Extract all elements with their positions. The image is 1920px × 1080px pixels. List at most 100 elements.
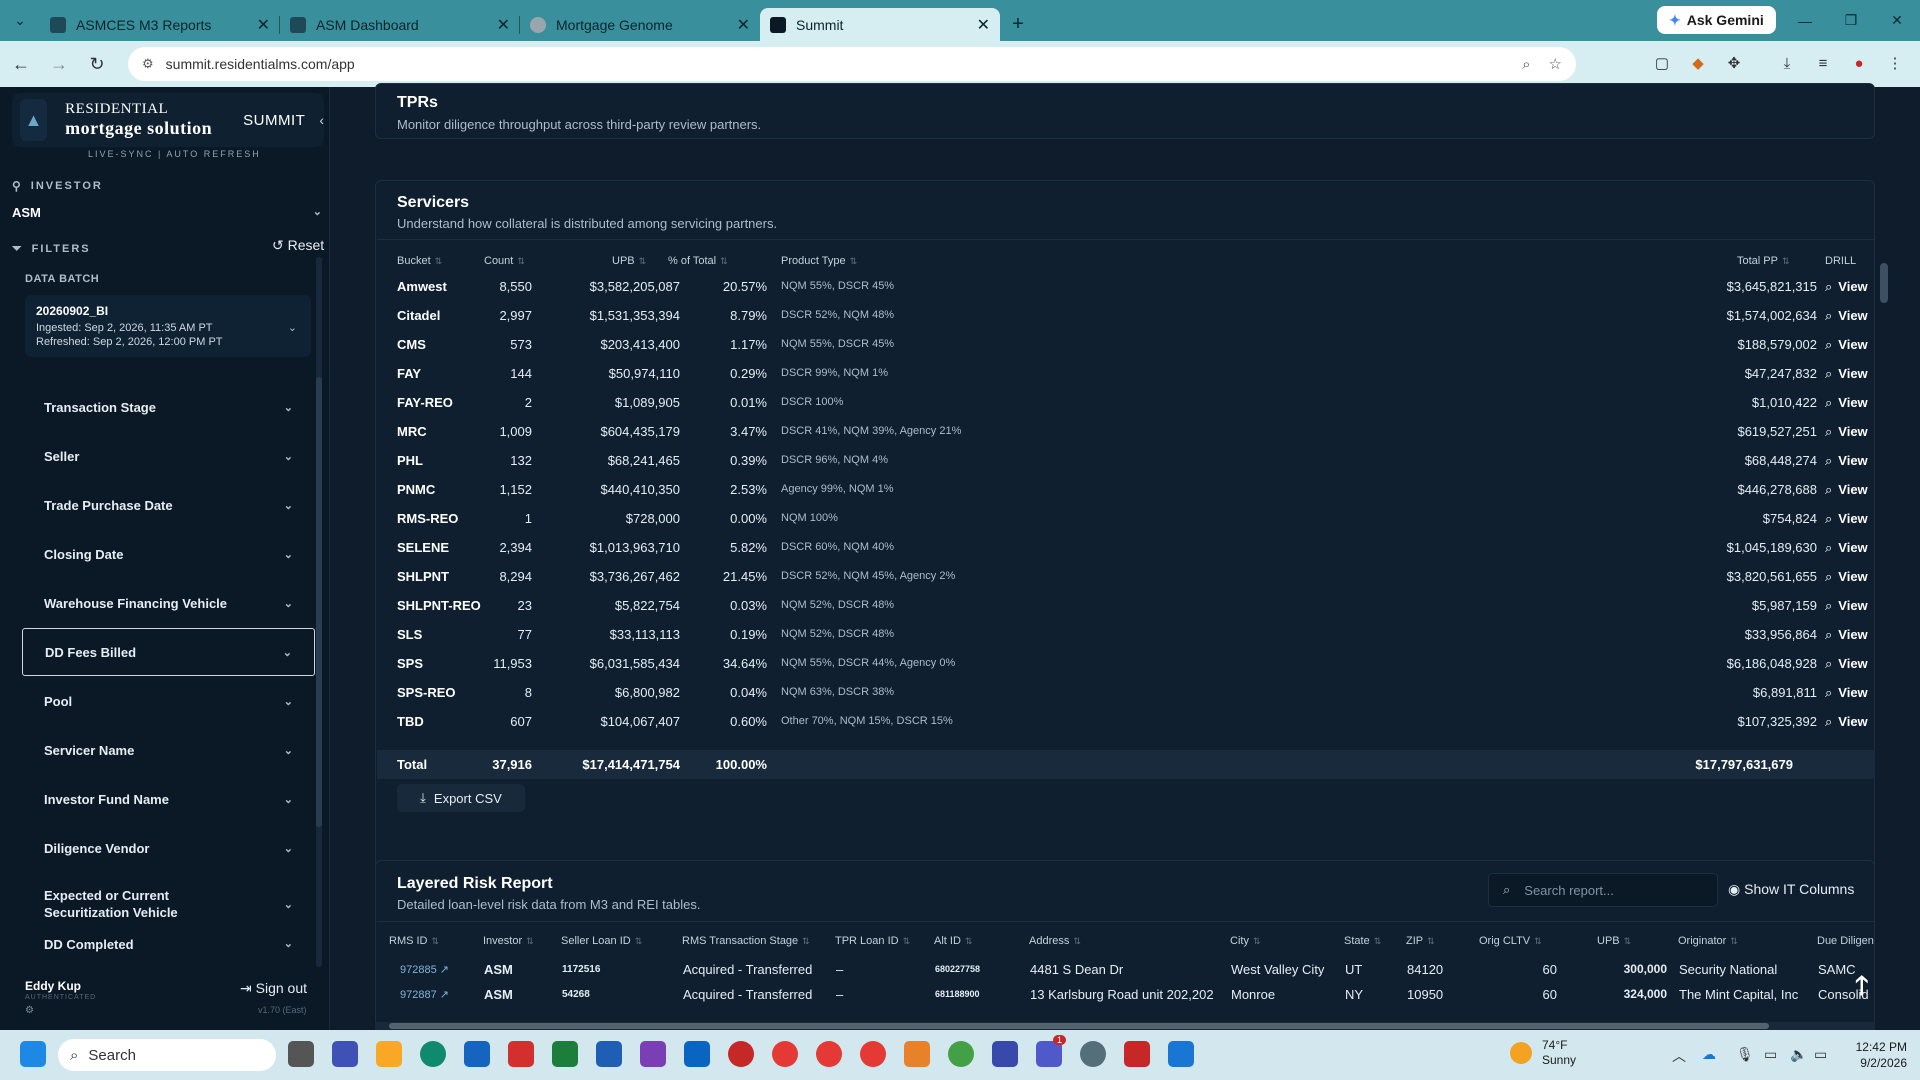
collapse-sidebar-icon[interactable]: ‹ — [319, 112, 324, 128]
onedrive-icon[interactable]: ☁ — [1702, 1046, 1716, 1063]
restore-icon[interactable]: ❐ — [1828, 0, 1874, 41]
scroll-to-top-icon[interactable]: 🡑 — [1855, 967, 1869, 1011]
filter-diligence-vendor[interactable]: Diligence Vendor ⌄ — [22, 826, 315, 871]
filter-dd-fees-billed[interactable]: DD Fees Billed ⌄ — [22, 628, 315, 676]
filter-transaction-stage[interactable]: Transaction Stage ⌄ — [22, 385, 315, 430]
tab-summit[interactable]: Summit ✕ — [760, 8, 1000, 41]
extensions-puzzle-icon[interactable]: ✥ — [1720, 49, 1748, 77]
view-drill-button[interactable]: ⌕ View — [1825, 511, 1868, 527]
tab-search-icon[interactable]: ⌄ — [0, 0, 40, 41]
extension-icon[interactable]: ▢ — [1648, 49, 1676, 77]
tab-asm-dashboard[interactable]: ASM Dashboard ✕ — [280, 8, 520, 41]
battery-icon[interactable]: ▭ — [1814, 1046, 1827, 1063]
reload-icon[interactable]: ↻ — [80, 47, 114, 81]
view-drill-button[interactable]: ⌕ View — [1825, 540, 1868, 556]
edge-icon[interactable] — [420, 1041, 446, 1067]
close-tab-icon[interactable]: ✕ — [497, 15, 510, 35]
bookmark-star-icon[interactable]: ☆ — [1549, 55, 1562, 73]
download-icon[interactable]: ⤓ — [1773, 49, 1801, 77]
l-app-icon[interactable] — [508, 1041, 534, 1067]
view-drill-button[interactable]: ⌕ View — [1825, 308, 1868, 324]
view-drill-button[interactable]: ⌕ View — [1825, 569, 1868, 585]
col-header-total-pp[interactable]: Total PP ⇅ — [1737, 255, 1790, 267]
col-header-upb[interactable]: UPB ⇅ — [1597, 935, 1631, 947]
settings-gear-icon[interactable]: ⚙ — [25, 1005, 34, 1016]
filter-seller[interactable]: Seller ⌄ — [22, 434, 315, 479]
app-icon[interactable] — [992, 1041, 1018, 1067]
export-csv-button[interactable]: ⤓ Export CSV — [397, 784, 525, 812]
horizontal-scrollbar[interactable] — [375, 1022, 1875, 1030]
app-icon[interactable] — [728, 1041, 754, 1067]
start-windows-icon[interactable] — [20, 1041, 46, 1067]
main-vertical-scrollbar[interactable] — [1880, 87, 1890, 1007]
view-drill-button[interactable]: ⌕ View — [1825, 337, 1868, 353]
close-window-icon[interactable]: ✕ — [1874, 0, 1920, 41]
filter-securitization-vehicle[interactable]: Expected or Current Securitization Vehic… — [22, 877, 315, 931]
onenote-icon[interactable] — [640, 1041, 666, 1067]
view-drill-button[interactable]: ⌕ View — [1825, 482, 1868, 498]
close-tab-icon[interactable]: ✕ — [737, 15, 750, 35]
col-header-bucket[interactable]: Bucket ⇅ — [397, 255, 442, 267]
rms-id-link[interactable]: 972887 ↗ — [400, 988, 449, 1001]
view-drill-button[interactable]: ⌕ View — [1825, 598, 1868, 614]
show-it-columns-toggle[interactable]: ◉ Show IT Columns — [1728, 881, 1854, 898]
store-icon[interactable] — [464, 1041, 490, 1067]
back-icon[interactable]: ← — [4, 47, 38, 81]
col-header-city[interactable]: City ⇅ — [1230, 935, 1261, 947]
col-header-orig-cltv[interactable]: Orig CLTV ⇅ — [1479, 935, 1542, 947]
outlook-icon[interactable] — [684, 1041, 710, 1067]
col-header-due-diligence[interactable]: Due Diligen — [1817, 935, 1874, 947]
volume-icon[interactable]: 🔈 — [1790, 1046, 1807, 1063]
network-icon[interactable]: ▭ — [1764, 1046, 1777, 1063]
view-drill-button[interactable]: ⌕ View — [1825, 685, 1868, 701]
zoom-icon[interactable]: ⌕ — [1522, 56, 1530, 73]
file-explorer-icon[interactable] — [376, 1041, 402, 1067]
tab-asmces-m3-reports[interactable]: ASMCES M3 Reports ✕ — [40, 8, 280, 41]
chrome-profile-icon[interactable] — [948, 1041, 974, 1067]
view-drill-button[interactable]: ⌕ View — [1825, 366, 1868, 382]
chevron-up-icon[interactable]: ︿ — [1672, 1046, 1686, 1066]
browser-menu-icon[interactable]: ⋮ — [1881, 49, 1909, 77]
col-header-state[interactable]: State ⇅ — [1344, 935, 1381, 947]
metamask-extension-icon[interactable]: ◆ — [1684, 49, 1712, 77]
col-header-investor[interactable]: Investor ⇅ — [483, 935, 534, 947]
minimize-icon[interactable]: — — [1782, 0, 1828, 41]
url-field[interactable]: ⚙ summit.residentialms.com/app ⌕ ☆ — [128, 47, 1576, 81]
col-header-rms-id[interactable]: RMS ID ⇅ — [389, 935, 439, 947]
new-tab-button[interactable]: + — [1000, 8, 1036, 41]
close-tab-icon[interactable]: ✕ — [257, 15, 270, 35]
media-control-icon[interactable]: ≡ — [1809, 49, 1837, 77]
rms-id-link[interactable]: 972885 ↗ — [400, 963, 449, 976]
filter-dd-completed[interactable]: DD Completed ⌄ — [22, 937, 315, 957]
taskbar-search-input[interactable]: ⌕ Search — [58, 1039, 276, 1071]
search-report-input[interactable]: ⌕ Search report... — [1488, 873, 1718, 907]
site-info-icon[interactable]: ⚙ — [142, 56, 154, 72]
col-header-address[interactable]: Address ⇅ — [1029, 935, 1081, 947]
sign-out-button[interactable]: ⇥ Sign out — [240, 980, 307, 997]
table-row[interactable]: 972885 ↗ ASM 1172516 Acquired - Transfer… — [377, 958, 1875, 983]
teams-icon[interactable]: 1 — [1036, 1035, 1066, 1067]
forward-icon[interactable]: → — [42, 47, 76, 81]
col-header-product-type[interactable]: Product Type ⇅ — [781, 255, 857, 267]
chrome-profile-icon[interactable] — [860, 1041, 886, 1067]
photos-icon[interactable] — [1168, 1041, 1194, 1067]
filter-closing-date[interactable]: Closing Date ⌄ — [22, 532, 315, 577]
col-header-upb[interactable]: UPB ⇅ — [612, 255, 646, 267]
col-header-originator[interactable]: Originator ⇅ — [1678, 935, 1738, 947]
reset-button[interactable]: ↺ Reset — [272, 237, 324, 254]
settings-icon[interactable] — [1080, 1041, 1106, 1067]
filter-servicer-name[interactable]: Servicer Name ⌄ — [22, 728, 315, 773]
view-drill-button[interactable]: ⌕ View — [1825, 453, 1868, 469]
profile-avatar-icon[interactable]: ● — [1845, 49, 1873, 77]
claude-icon[interactable] — [904, 1041, 930, 1067]
view-drill-button[interactable]: ⌕ View — [1825, 395, 1868, 411]
copilot-icon[interactable] — [332, 1041, 358, 1067]
close-tab-icon[interactable]: ✕ — [977, 15, 990, 35]
acrobat-icon[interactable] — [1124, 1041, 1150, 1067]
view-drill-button[interactable]: ⌕ View — [1825, 656, 1868, 672]
view-drill-button[interactable]: ⌕ View — [1825, 424, 1868, 440]
view-drill-button[interactable]: ⌕ View — [1825, 279, 1868, 295]
col-header-alt-id[interactable]: Alt ID ⇅ — [934, 935, 972, 947]
col-header-seller-loan-id[interactable]: Seller Loan ID ⇅ — [561, 935, 642, 947]
weather-widget[interactable]: 74°F Sunny — [1510, 1038, 1576, 1068]
